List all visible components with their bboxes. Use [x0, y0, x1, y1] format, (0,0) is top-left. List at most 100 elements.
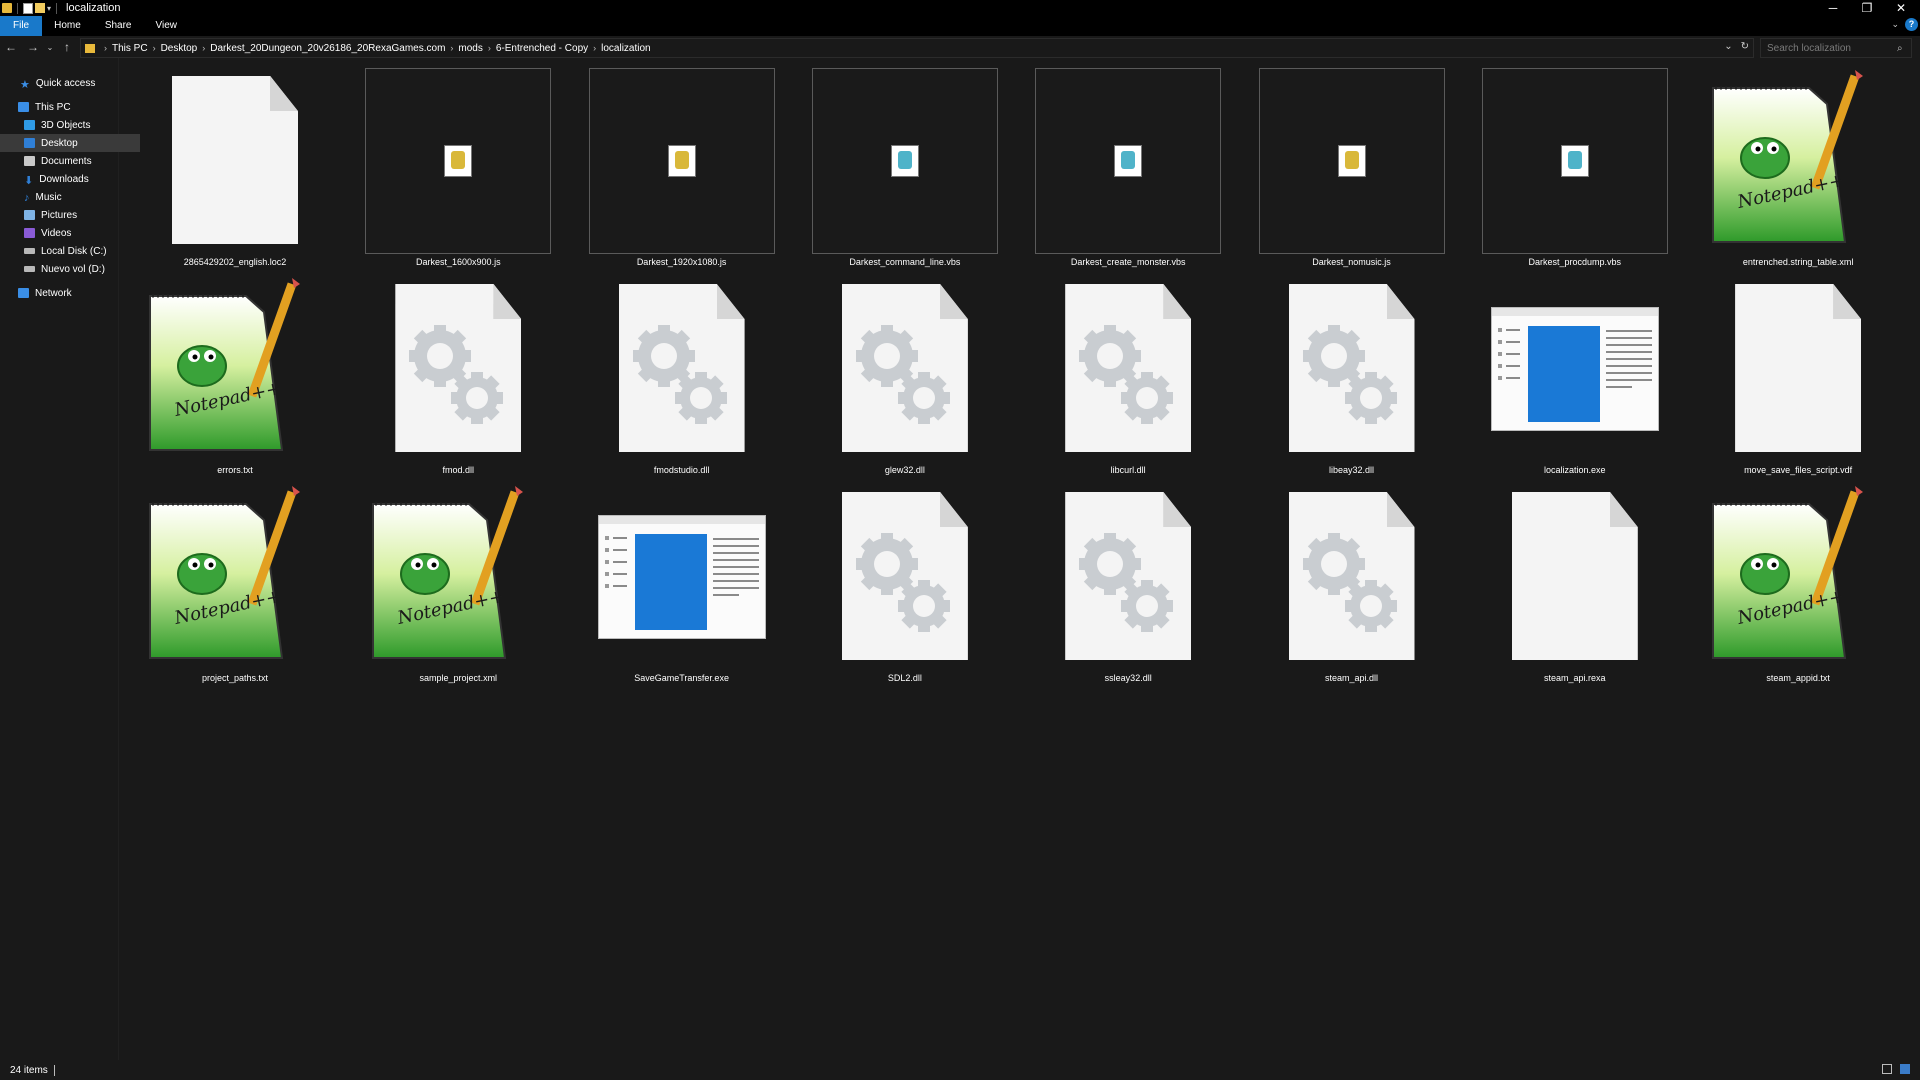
file-name: steam_api.rexa: [1544, 673, 1606, 683]
file-item[interactable]: Notepad++ errors.txt: [118, 266, 334, 475]
chevron-right-icon[interactable]: ›: [104, 43, 107, 53]
file-item[interactable]: SDL2.dll: [788, 474, 1004, 683]
sidebar-item-label: Downloads: [39, 173, 89, 185]
file-item[interactable]: Notepad++ entrenched.string_table.xml: [1681, 58, 1897, 267]
up-button[interactable]: ↑: [56, 40, 78, 54]
file-item[interactable]: 2865429202_english.loc2: [118, 58, 334, 267]
tab-file[interactable]: File: [0, 16, 43, 36]
address-bar[interactable]: › This PC › Desktop › Darkest_20Dungeon_…: [80, 38, 1754, 58]
window-title-bar: [598, 516, 765, 524]
file-name: SDL2.dll: [887, 673, 922, 683]
chevron-right-icon[interactable]: ›: [202, 43, 205, 53]
close-button[interactable]: ✕: [1884, 0, 1918, 16]
refresh-icon[interactable]: ↻: [1741, 41, 1749, 52]
large-icons-view-icon[interactable]: [1900, 1064, 1910, 1074]
address-dropdown-icon[interactable]: ⌄: [1724, 41, 1732, 52]
tab-home[interactable]: Home: [42, 16, 93, 36]
chevron-right-icon[interactable]: ›: [593, 43, 596, 53]
sidebar-item-this-pc[interactable]: This PC: [0, 98, 134, 116]
sidebar-item-label: Network: [35, 287, 72, 299]
notepad-plus-plus-icon: Notepad++: [142, 276, 328, 462]
file-item[interactable]: fmod.dll: [341, 266, 557, 475]
sidebar-item-network[interactable]: Network: [0, 284, 134, 302]
tab-share[interactable]: Share: [93, 16, 144, 36]
file-item[interactable]: move_save_files_script.vdf: [1681, 266, 1897, 475]
text-line: [712, 552, 759, 554]
list-line: [612, 585, 627, 587]
sidebar-item-label: Pictures: [41, 209, 78, 221]
list-line: [1505, 377, 1520, 379]
recent-locations-button[interactable]: ⌄: [44, 43, 56, 52]
file-item[interactable]: Darkest_create_monster.vbs: [1011, 58, 1227, 267]
file-item[interactable]: Darkest_1920x1080.js: [565, 58, 781, 267]
chevron-right-icon[interactable]: ›: [153, 43, 156, 53]
back-button[interactable]: ←: [0, 40, 22, 54]
breadcrumb-this-pc[interactable]: This PC: [112, 43, 148, 54]
file-item[interactable]: Darkest_nomusic.js: [1235, 58, 1451, 267]
gear-icon: [1079, 325, 1174, 424]
script-file-icon: [1258, 68, 1445, 254]
customize-toolbar-icon[interactable]: ▾: [47, 4, 51, 13]
list-line: [1505, 365, 1520, 367]
file-item[interactable]: fmodstudio.dll: [565, 266, 781, 475]
file-item[interactable]: SaveGameTransfer.exe: [565, 474, 781, 683]
file-item[interactable]: libcurl.dll: [1011, 266, 1227, 475]
file-item[interactable]: libeay32.dll: [1235, 266, 1451, 475]
chevron-right-icon[interactable]: ›: [488, 43, 491, 53]
file-item[interactable]: Darkest_procdump.vbs: [1458, 58, 1674, 267]
ribbon-tabs: File Home Share View ⌄ ?: [0, 16, 1920, 36]
quick-access-toolbar: ▾: [2, 2, 60, 14]
folder-icon[interactable]: [2, 3, 12, 13]
minimize-button[interactable]: ─: [1816, 0, 1850, 16]
network-icon: [18, 288, 29, 298]
chevron-right-icon[interactable]: ›: [450, 43, 453, 53]
search-icon[interactable]: ⌕: [1897, 43, 1903, 54]
text-line: [1605, 351, 1652, 353]
folder-icon: [85, 43, 95, 53]
expand-ribbon-icon[interactable]: ⌄: [1891, 19, 1899, 30]
breadcrumb-desktop[interactable]: Desktop: [161, 43, 198, 54]
search-input[interactable]: [1761, 41, 1897, 55]
drive-icon: [24, 266, 35, 272]
music-icon: ♪: [24, 192, 30, 204]
script-file-icon: [1035, 68, 1222, 254]
sidebar-item-quick-access[interactable]: ★ Quick access: [0, 74, 136, 92]
restore-button[interactable]: ❐: [1850, 0, 1884, 16]
file-item[interactable]: Notepad++ steam_appid.txt: [1681, 474, 1897, 683]
file-item[interactable]: glew32.dll: [788, 266, 1004, 475]
tab-view[interactable]: View: [144, 16, 190, 36]
new-folder-icon[interactable]: [35, 3, 45, 13]
notepad-plus-plus-logo: Notepad++: [372, 486, 524, 659]
pictures-icon: [24, 210, 35, 220]
script-scroll-icon: [1121, 151, 1136, 169]
file-item[interactable]: Darkest_command_line.vbs: [788, 58, 1004, 267]
file-item[interactable]: steam_api.dll: [1235, 474, 1451, 683]
breadcrumb-mods[interactable]: mods: [458, 43, 482, 54]
script-file-icon: [1481, 68, 1668, 254]
file-item[interactable]: steam_api.rexa: [1458, 474, 1674, 683]
exe-file-icon: [589, 484, 775, 670]
forward-button[interactable]: →: [22, 40, 44, 54]
details-view-icon[interactable]: [1882, 1064, 1892, 1074]
breadcrumb-localization[interactable]: localization: [601, 43, 650, 54]
item-count: 24 items: [10, 1064, 48, 1076]
dll-file-icon: [365, 276, 551, 462]
properties-icon[interactable]: [23, 2, 33, 14]
file-item[interactable]: Notepad++ sample_project.xml: [341, 474, 557, 683]
file-item[interactable]: localization.exe: [1458, 266, 1674, 475]
file-item[interactable]: ssleay32.dll: [1011, 474, 1227, 683]
search-box[interactable]: ⌕: [1760, 38, 1912, 58]
file-item[interactable]: Notepad++ project_paths.txt: [118, 474, 334, 683]
text-line: [1605, 358, 1652, 360]
list-bullet: [1497, 376, 1502, 380]
file-item[interactable]: Darkest_1600x900.js: [341, 58, 557, 267]
help-icon[interactable]: ?: [1905, 18, 1918, 31]
notepad-plus-plus-logo: Notepad++: [1712, 70, 1864, 243]
breadcrumb-darkest-dungeon[interactable]: Darkest_20Dungeon_20v26186_20RexaGames.c…: [210, 43, 445, 54]
breadcrumb-entrenched-copy[interactable]: 6-Entrenched - Copy: [496, 43, 588, 54]
text-line: [1605, 344, 1652, 346]
list-bullet: [604, 560, 609, 564]
script-scroll-icon: [897, 151, 912, 169]
navigation-bar: ← → ⌄ ↑ › This PC › Desktop › Darkest_20…: [0, 36, 1920, 58]
sidebar-item-label: Nuevo vol (D:): [41, 263, 105, 275]
